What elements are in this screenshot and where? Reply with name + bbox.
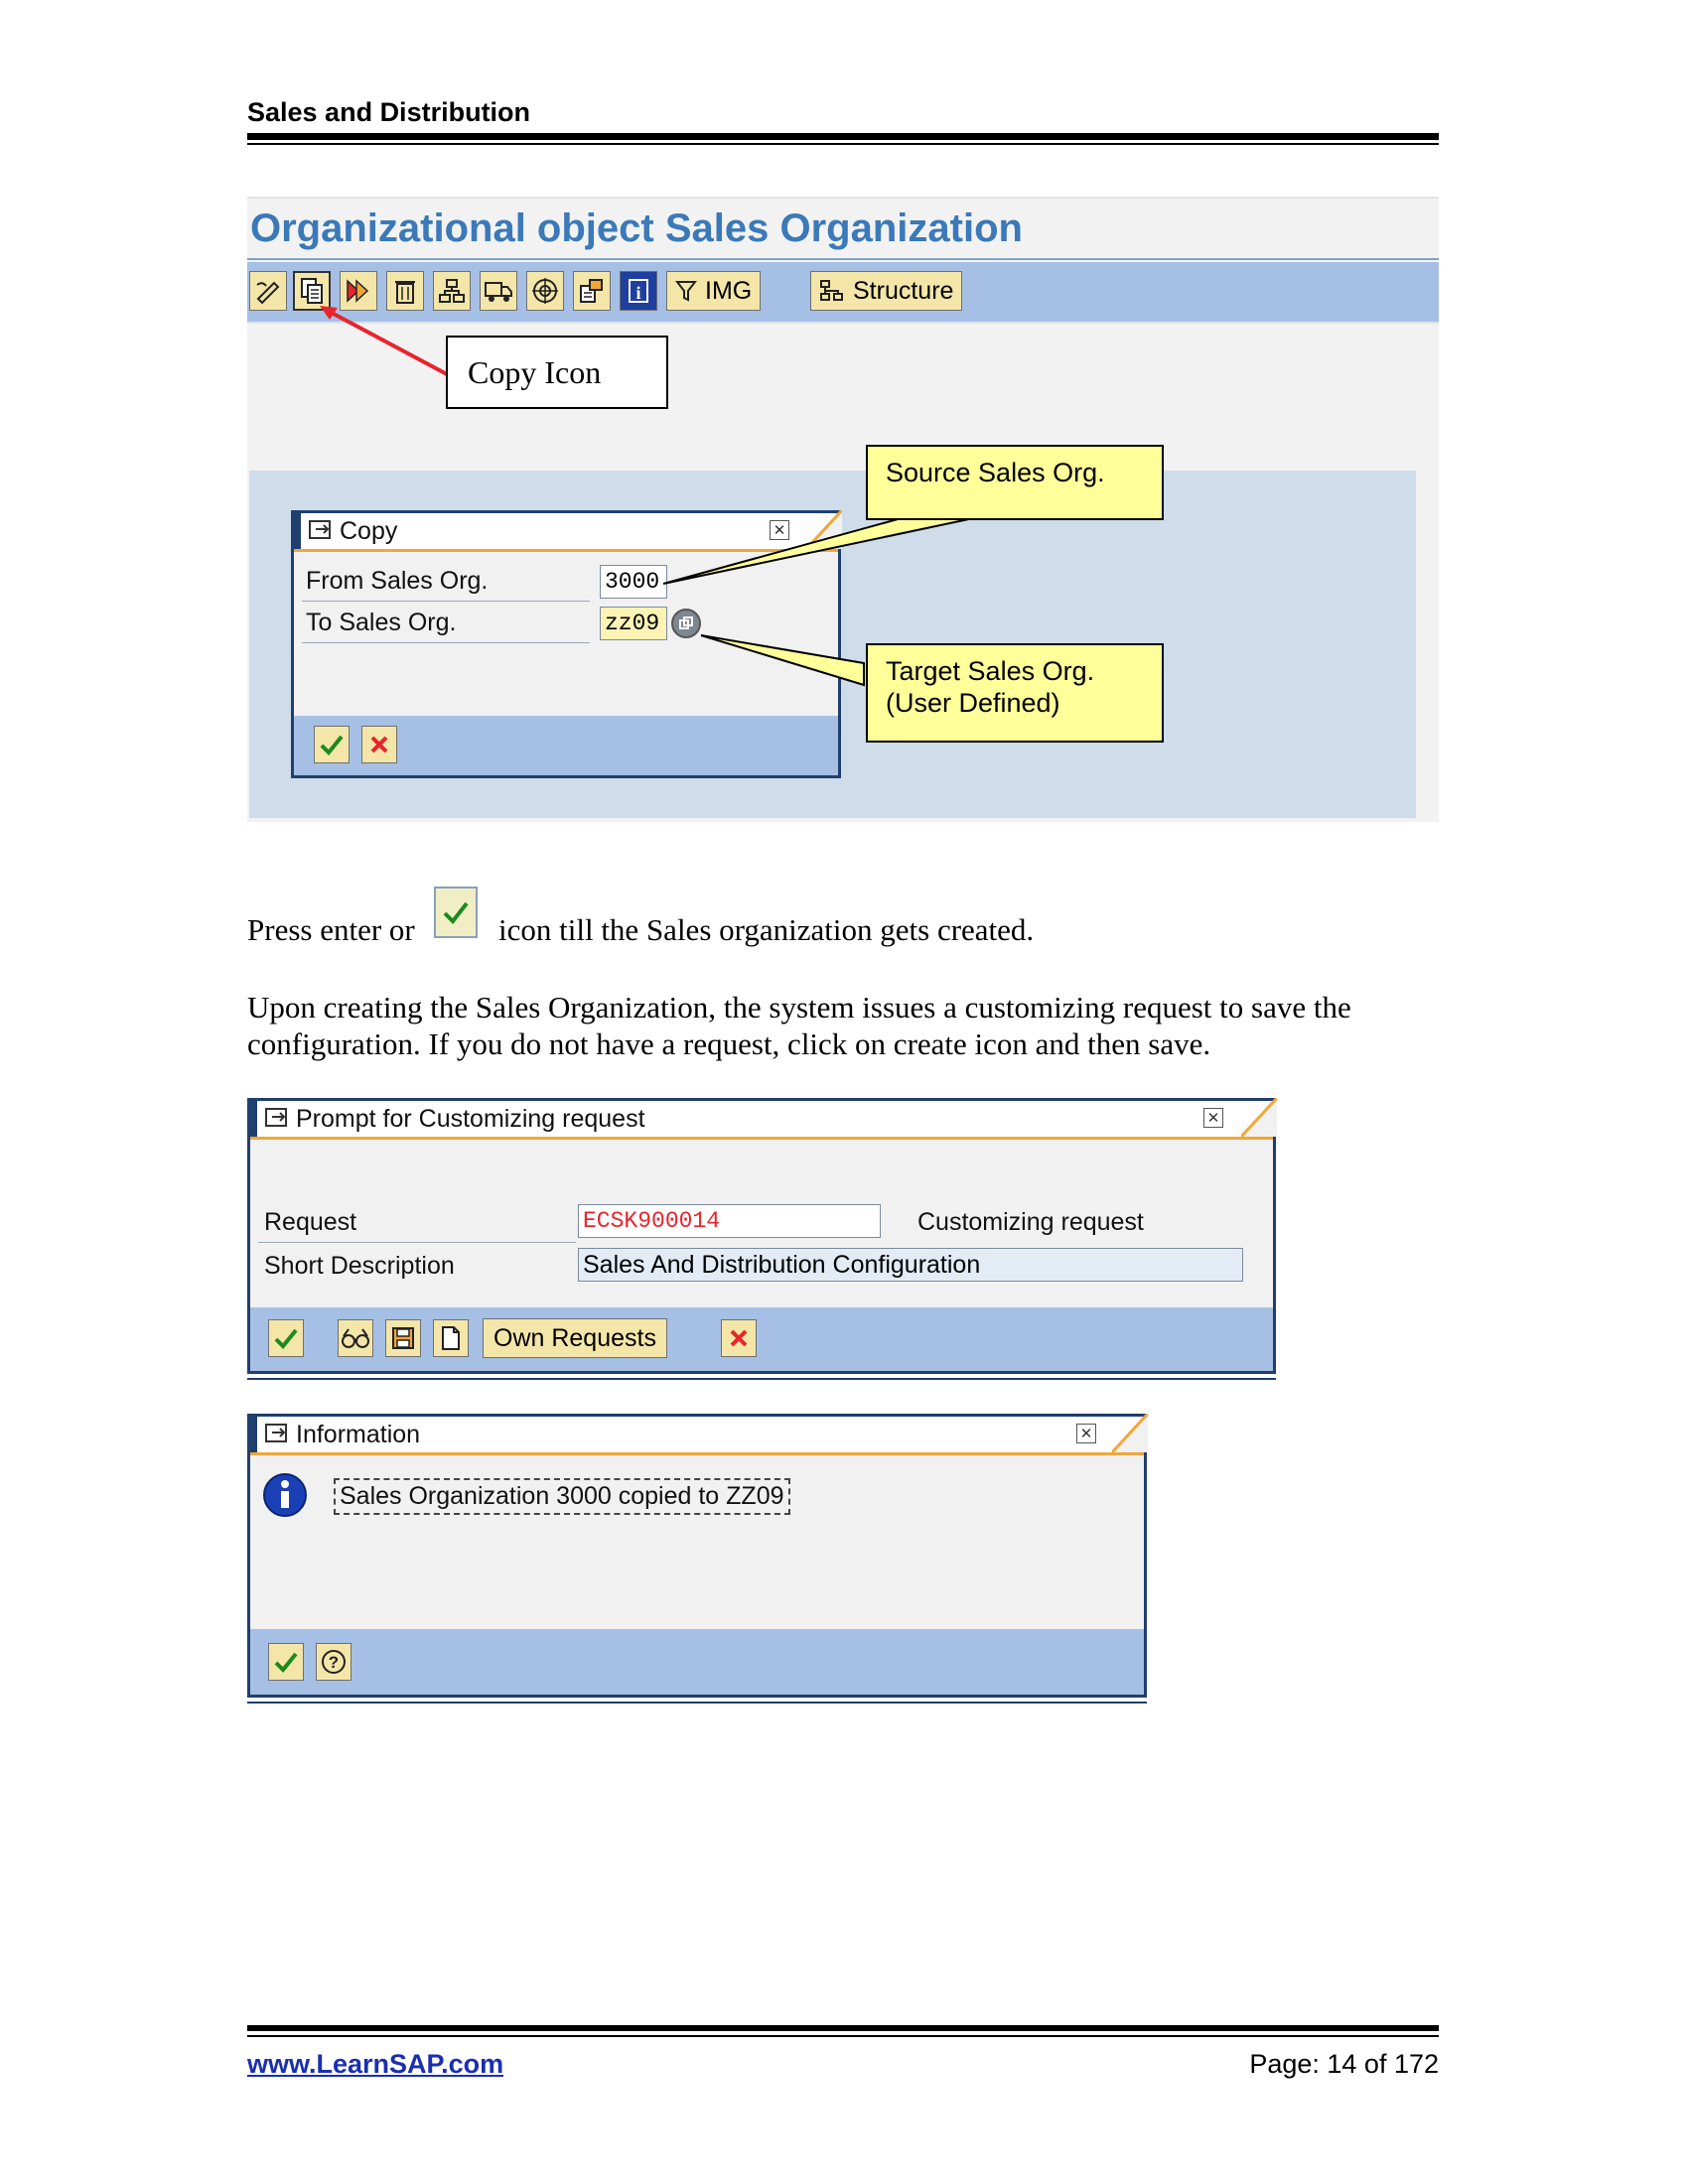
close-icon[interactable]: ✕ (1203, 1108, 1223, 1128)
source-callout-text: Source Sales Org. (886, 458, 1105, 487)
close-icon[interactable]: ✕ (1076, 1424, 1096, 1443)
info-icon[interactable]: i (620, 271, 657, 311)
svg-text:?: ? (329, 1653, 339, 1672)
change-pencil-icon[interactable] (249, 271, 287, 311)
filter-icon (675, 281, 697, 302)
cancel-button[interactable] (721, 1319, 757, 1357)
checkmark-icon (320, 735, 344, 755)
target-sales-org-callout: Target Sales Org. (User Defined) (866, 643, 1164, 743)
new-document-icon (442, 1326, 460, 1350)
save-floppy-icon (392, 1327, 414, 1349)
glasses-icon (342, 1328, 369, 1348)
request-number-field[interactable]: ECSK900014 (578, 1204, 881, 1238)
structure-tree-icon (820, 280, 843, 301)
cancel-x-icon (370, 736, 388, 753)
request-dialog-footer: Own Requests (250, 1307, 1273, 1371)
information-dialog-footer: ? (250, 1629, 1144, 1695)
transport-truck-icon[interactable] (480, 271, 517, 311)
request-label: Request (264, 1208, 357, 1236)
to-sales-org-label: To Sales Org. (306, 609, 457, 636)
inline-check-icon (434, 887, 478, 938)
customizing-request-dialog: Prompt for Customizing request ✕ Request… (247, 1098, 1277, 1374)
information-dialog-title: Information (296, 1421, 421, 1448)
page-number: Page: 14 of 172 (1249, 2049, 1439, 2079)
confirm-check-button[interactable] (268, 1643, 304, 1681)
svg-text:i: i (635, 283, 640, 303)
learnsap-link[interactable]: www.LearnSAP.com (247, 2049, 503, 2080)
header-rule-thin (247, 143, 1439, 145)
from-sales-org-label: From Sales Org. (306, 567, 489, 595)
confirm-check-button[interactable] (268, 1319, 304, 1357)
request-dialog-title: Prompt for Customizing request (296, 1105, 645, 1133)
screen-title: Organizational object Sales Organization (250, 206, 1023, 250)
target-callout-line1: Target Sales Org. (886, 656, 1095, 686)
copy-icon-arrow (320, 306, 450, 377)
structure-button-label: Structure (853, 276, 954, 305)
information-dialog: Information ✕ Sales Organization 3000 co… (247, 1414, 1148, 1698)
copy-icon-callout: Copy Icon (446, 336, 668, 409)
assign-icon[interactable] (573, 271, 611, 311)
help-question-icon: ? (322, 1650, 346, 1674)
own-requests-button[interactable]: Own Requests (483, 1318, 667, 1358)
img-button-label: IMG (705, 276, 753, 305)
structure-button[interactable]: Structure (810, 271, 963, 311)
help-button[interactable]: ? (316, 1643, 352, 1681)
press-enter-text-end: icon till the Sales organization gets cr… (498, 912, 1035, 947)
footer-rule (247, 2025, 1439, 2031)
information-message: Sales Organization 3000 copied to ZZ09 (334, 1478, 790, 1515)
press-enter-text-start: Press enter or (247, 912, 415, 947)
paragraph-line-2: configuration. If you do not have a requ… (247, 1026, 1211, 1061)
page-header-title: Sales and Distribution (247, 97, 531, 127)
copy-dialog-footer (294, 716, 838, 775)
cancel-button[interactable] (361, 726, 397, 763)
header-rule (247, 133, 1439, 140)
target-icon[interactable] (526, 271, 564, 311)
short-description-field[interactable]: Sales And Distribution Configuration (578, 1248, 1243, 1282)
save-button[interactable] (385, 1319, 421, 1357)
title-underline (247, 258, 1439, 260)
information-icon (263, 1473, 307, 1517)
create-request-button[interactable] (433, 1319, 469, 1357)
window-icon (309, 520, 331, 539)
window-icon (265, 1424, 287, 1442)
cancel-x-icon (730, 1329, 748, 1347)
checkmark-icon (274, 1652, 298, 1673)
display-glasses-button[interactable] (338, 1319, 373, 1357)
paragraph-line-1: Upon creating the Sales Organization, th… (247, 990, 1351, 1024)
checkmark-icon (274, 1328, 298, 1349)
window-icon (265, 1108, 287, 1127)
request-type-label: Customizing request (917, 1208, 1144, 1236)
target-callout-line2: (User Defined) (886, 688, 1060, 719)
source-sales-org-callout: Source Sales Org. (866, 445, 1164, 520)
copy-dialog-title: Copy (340, 517, 398, 545)
confirm-check-button[interactable] (314, 726, 350, 763)
short-description-label: Short Description (264, 1252, 455, 1280)
img-button[interactable]: IMG (666, 271, 762, 311)
